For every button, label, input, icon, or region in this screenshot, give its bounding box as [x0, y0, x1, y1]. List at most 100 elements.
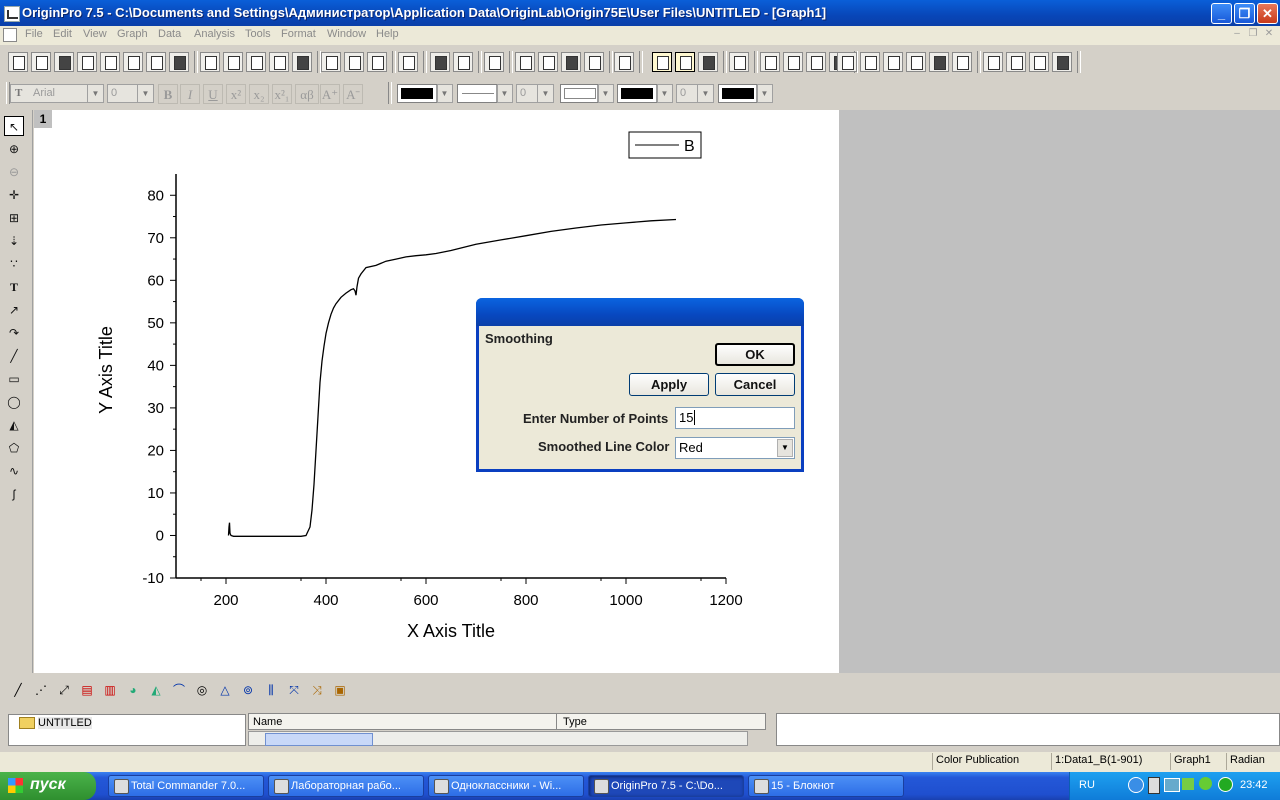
scatter-plot-icon[interactable]: ⋰ [31, 680, 51, 700]
tray-flower-icon[interactable] [1199, 777, 1212, 790]
horizontal-scrollbar[interactable] [248, 731, 748, 746]
cancel-button[interactable]: Cancel [715, 373, 795, 396]
layer-2-button[interactable] [806, 52, 826, 72]
menu-view[interactable]: View [83, 28, 107, 40]
task-notepad[interactable]: 15 - Блокнот [748, 775, 904, 797]
new-excel-button[interactable] [54, 52, 74, 72]
new-notes-button[interactable] [169, 52, 189, 72]
duplicate-button[interactable] [430, 52, 450, 72]
folder-tree[interactable]: UNTITLED [8, 714, 246, 746]
italic-button[interactable]: I [180, 84, 200, 104]
organizer-button[interactable] [484, 52, 504, 72]
print-button[interactable] [398, 52, 418, 72]
fill-area-icon[interactable]: ⌒ [169, 680, 189, 700]
minimize-button[interactable]: _ [1211, 3, 1232, 24]
mdi-close-button[interactable]: ✕ [1262, 28, 1276, 41]
network-icon[interactable] [1164, 778, 1180, 792]
type-column-header[interactable]: Type [563, 716, 587, 728]
task-total-commander[interactable]: Total Commander 7.0... [108, 775, 264, 797]
restore-button[interactable]: ❐ [1234, 3, 1255, 24]
import-ascii-button[interactable] [321, 52, 341, 72]
menu-analysis[interactable]: Analysis [194, 28, 235, 40]
underline-button[interactable]: U [203, 84, 223, 104]
menu-format[interactable]: Format [281, 28, 316, 40]
data-selector-tool[interactable]: ⇣ [4, 231, 24, 251]
increase-font-button[interactable]: A⁺ [320, 84, 340, 104]
import-wizard-button[interactable] [367, 52, 387, 72]
import-multiple-button[interactable] [344, 52, 364, 72]
pie-chart-icon[interactable]: ◕ [123, 680, 143, 700]
merge-graphs-button[interactable] [760, 52, 780, 72]
new-function-button[interactable] [123, 52, 143, 72]
column-scatter-icon[interactable]: ⤨ [307, 680, 327, 700]
new-layer-button[interactable] [675, 52, 695, 72]
tool-40-button[interactable] [1006, 52, 1026, 72]
ok-button[interactable]: OK [715, 343, 795, 366]
polyline-tool[interactable]: ◭ [4, 415, 24, 435]
open-button[interactable] [200, 52, 220, 72]
name-column-header[interactable]: Name [253, 716, 282, 728]
font-color-dropdown[interactable]: ▼ [436, 84, 453, 103]
zoom-out-tool[interactable]: ⊖ [4, 162, 24, 182]
x-axis-title[interactable]: X Axis Title [407, 621, 495, 641]
circle-tool[interactable]: ◯ [4, 392, 24, 412]
superscript-button[interactable]: x² [226, 84, 246, 104]
mdi-restore-button[interactable]: ❐ [1246, 28, 1260, 41]
mdi-minimize-button[interactable]: – [1230, 28, 1244, 41]
line-style-swatch[interactable] [457, 84, 499, 103]
vector-plot-icon[interactable]: ⫼ [261, 680, 281, 700]
line-color-select[interactable]: Red ▼ [675, 437, 795, 459]
new-layout-button[interactable] [146, 52, 166, 72]
pointer-tool[interactable]: ↖ [4, 116, 24, 136]
layer-5-button[interactable] [860, 52, 880, 72]
title-bar[interactable]: OriginPro 7.5 - C:\Documents and Setting… [0, 0, 1280, 26]
folder-name[interactable]: UNTITLED [38, 717, 92, 729]
tool-41-button[interactable] [1029, 52, 1049, 72]
new-matrix-button[interactable] [100, 52, 120, 72]
arrow-tool[interactable]: ↗ [4, 300, 24, 320]
layer-7-button[interactable] [906, 52, 926, 72]
apply-button[interactable]: Apply [629, 373, 709, 396]
menu-help[interactable]: Help [376, 28, 399, 40]
menu-edit[interactable]: Edit [53, 28, 72, 40]
dialog-title-bar[interactable] [476, 298, 804, 326]
script-window-button[interactable] [561, 52, 581, 72]
new-project-button[interactable] [8, 52, 28, 72]
fill-pattern-swatch[interactable] [560, 84, 600, 103]
line-symbol-plot-icon[interactable]: ⤢ [54, 680, 74, 700]
output-pane[interactable] [776, 713, 1280, 746]
pattern-size-select[interactable]: 0 ▼ [676, 84, 714, 103]
menu-file[interactable]: File [25, 28, 43, 40]
greek-button[interactable]: αβ [295, 84, 319, 104]
task-internet-explorer[interactable]: Одноклассники - Wi... [428, 775, 584, 797]
points-input[interactable]: 15 [675, 407, 795, 429]
new-worksheet-button[interactable] [31, 52, 51, 72]
template-library-icon[interactable]: ▣ [330, 680, 350, 700]
layer-4-button[interactable] [837, 52, 857, 72]
zoom-in-tool[interactable]: ⊕ [4, 139, 24, 159]
tray-app-icon[interactable] [1182, 778, 1194, 790]
info-icon[interactable] [1218, 777, 1233, 792]
font-size-select[interactable]: 0 ▼ [107, 84, 154, 103]
data-reader-tool[interactable]: ⊞ [4, 208, 24, 228]
smith-chart-icon[interactable]: ⊚ [238, 680, 258, 700]
spline-tool[interactable]: ʃ [4, 484, 24, 504]
chevron-down-icon[interactable]: ▼ [777, 439, 793, 457]
layer-6-button[interactable] [883, 52, 903, 72]
region-tool[interactable]: ⬠ [4, 438, 24, 458]
bar-plot-icon[interactable]: ▤ [77, 680, 97, 700]
refresh-button[interactable] [453, 52, 473, 72]
line-style-dropdown[interactable]: ▼ [496, 84, 513, 103]
font-select[interactable]: T Arial ▼ [10, 84, 104, 103]
rescale-button[interactable] [652, 52, 672, 72]
phone-icon[interactable] [1148, 777, 1160, 794]
curved-arrow-tool[interactable]: ↷ [4, 323, 24, 343]
close-button[interactable]: ✕ [1257, 3, 1278, 24]
subscript-button[interactable]: x₂ [249, 84, 269, 104]
tool-42-button[interactable] [1052, 52, 1072, 72]
freehand-tool[interactable]: ∿ [4, 461, 24, 481]
line-tool[interactable]: ╱ [4, 346, 24, 366]
app-icon[interactable] [4, 6, 20, 22]
polar-plot-icon[interactable]: ◎ [192, 680, 212, 700]
extract-layers-button[interactable] [729, 52, 749, 72]
